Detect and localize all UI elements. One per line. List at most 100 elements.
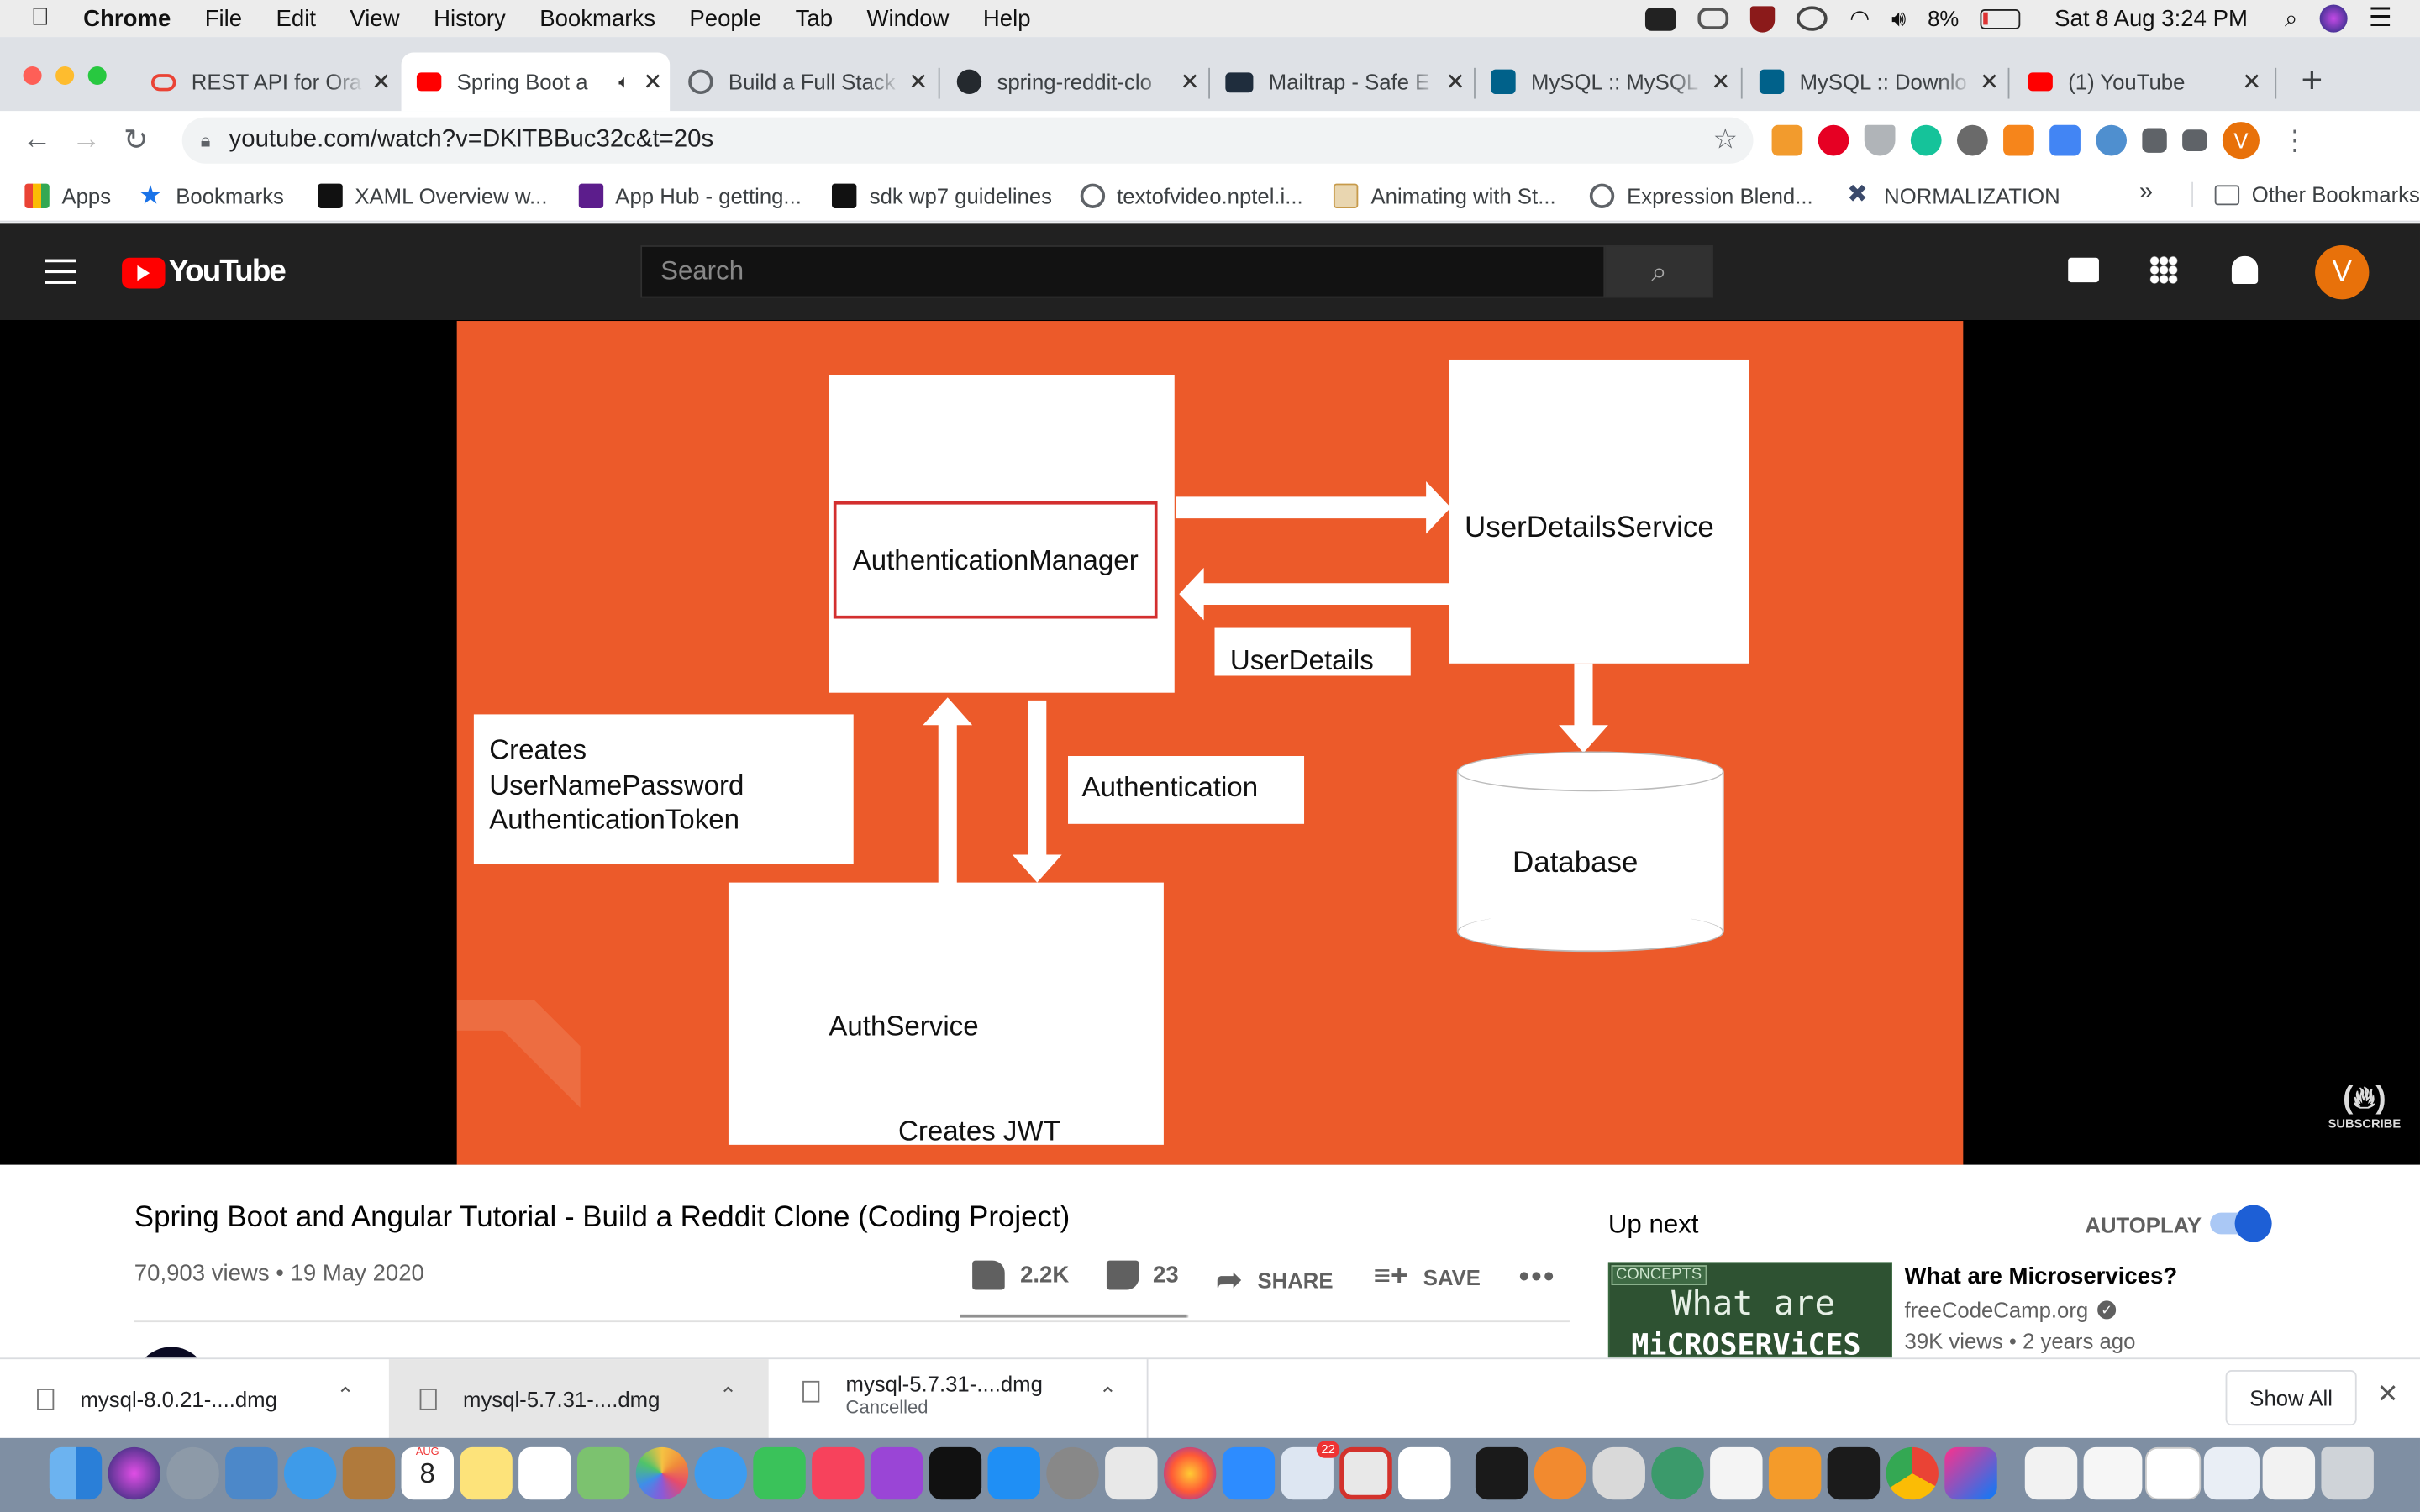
chrome-menu-icon[interactable]: ⋮ xyxy=(2281,124,2309,157)
tab-build-full-stack[interactable]: Build a Full Stack ✕ xyxy=(673,52,935,111)
volume-icon[interactable]: 🔊︎ xyxy=(1891,5,1906,31)
media-control-icon[interactable] xyxy=(2182,129,2207,151)
subscribe-watermark[interactable]: (🔥︎) SUBSCRIBE xyxy=(2328,1080,2402,1145)
maps-icon[interactable] xyxy=(576,1446,630,1500)
photos-icon[interactable] xyxy=(635,1446,689,1500)
menu-bookmarks[interactable]: Bookmarks xyxy=(539,5,655,31)
pinterest-extension-icon[interactable] xyxy=(1818,124,1849,156)
download-extension-icon[interactable] xyxy=(1864,124,1896,156)
intellij-icon[interactable] xyxy=(1944,1446,1997,1500)
trash-icon[interactable] xyxy=(2321,1446,2374,1500)
menu-tab[interactable]: Tab xyxy=(796,5,833,31)
menu-people[interactable]: People xyxy=(689,5,761,31)
up-next-title[interactable]: What are Microservices? xyxy=(1905,1263,2178,1289)
facetime-icon[interactable] xyxy=(753,1446,806,1500)
menu-history[interactable]: History xyxy=(434,5,506,31)
reload-button[interactable]: ↻ xyxy=(111,116,160,165)
autoplay-toggle[interactable] xyxy=(2210,1205,2272,1242)
reminders-icon[interactable] xyxy=(518,1446,571,1500)
menu-help[interactable]: Help xyxy=(983,5,1031,31)
bookmark-normalization[interactable]: ✖ NORMALIZATION xyxy=(1847,182,2060,207)
launchpad-icon[interactable] xyxy=(166,1446,219,1500)
youtube-search-button[interactable]: ⌕ xyxy=(1605,245,1713,298)
rss-extension-icon[interactable] xyxy=(1771,124,1803,156)
bookmark-bookmarks[interactable]: ★ Bookmarks xyxy=(139,181,284,207)
apple-icon[interactable]:  xyxy=(31,5,50,33)
close-tab-icon[interactable]: ✕ xyxy=(1704,68,1738,96)
tab-spring-boot[interactable]: Spring Boot a 🔈︎ ✕ xyxy=(401,52,671,112)
apps-grid-icon[interactable] xyxy=(2149,255,2178,284)
screenshot-icon[interactable] xyxy=(2083,1446,2143,1500)
console-icon[interactable] xyxy=(1475,1446,1528,1500)
chevron-up-icon[interactable]: ⌃ xyxy=(719,1383,738,1409)
lock-icon[interactable]: 🔒︎ xyxy=(201,129,211,152)
zoom-status-icon[interactable] xyxy=(1645,7,1677,30)
share-button[interactable]: ➦ SHARE xyxy=(1216,1261,1333,1299)
siri-icon[interactable] xyxy=(108,1446,161,1500)
circle-extension-icon[interactable] xyxy=(1956,124,1988,156)
menu-file[interactable]: File xyxy=(205,5,242,31)
video-frame-slide[interactable]: AuthenticationManager UserDetailsService… xyxy=(456,321,1964,1165)
textedit-icon[interactable] xyxy=(1710,1446,1763,1500)
profile-avatar[interactable]: V xyxy=(2222,122,2260,160)
create-video-icon[interactable] xyxy=(2068,257,2099,283)
youtube-logo[interactable]: YouTube xyxy=(122,255,287,290)
tab-mysql-1[interactable]: MySQL :: MySQL ✕ xyxy=(1476,52,1738,111)
new-tab-button[interactable]: + xyxy=(2291,61,2333,104)
close-tab-icon[interactable]: ✕ xyxy=(636,68,670,96)
menu-edit[interactable]: Edit xyxy=(276,5,316,31)
chevron-up-icon[interactable]: ⌃ xyxy=(336,1383,355,1409)
globe-extension-icon[interactable] xyxy=(2096,124,2128,156)
sketch-tool-icon[interactable] xyxy=(1534,1446,1587,1500)
document-icon[interactable] xyxy=(2024,1446,2078,1500)
bookmark-star-icon[interactable]: ☆ xyxy=(1713,123,1739,156)
terminal-icon[interactable] xyxy=(1827,1446,1881,1500)
grammarly-extension-icon[interactable] xyxy=(1910,124,1942,156)
podcasts-icon[interactable] xyxy=(870,1446,923,1500)
up-next-thumbnail[interactable]: CONCEPTS What are MiCROSERViCES xyxy=(1607,1262,1892,1358)
sourcetree-icon[interactable] xyxy=(1651,1446,1704,1500)
address-bar[interactable]: 🔒︎ youtube.com/watch?v=DKlTBBuc32c&t=20s… xyxy=(182,117,1754,164)
zoom-window-button[interactable] xyxy=(87,66,107,86)
download-item[interactable]: mysql-5.7.31-....dmg Cancelled ⌃ xyxy=(771,1359,1149,1440)
clock[interactable]: Sat 8 Aug 3:24 PM xyxy=(2054,5,2248,31)
tab-mysql-2[interactable]: MySQL :: Downlo ✕ xyxy=(1744,52,2007,111)
firefox-icon[interactable] xyxy=(1163,1446,1217,1500)
wifi-icon[interactable]: ◠ xyxy=(1849,5,1870,33)
download-item[interactable]: mysql-8.0.21-....dmg ⌃ xyxy=(0,1359,386,1440)
zoom-icon[interactable] xyxy=(1222,1446,1276,1500)
parallels-icon[interactable] xyxy=(1339,1446,1392,1500)
bookmark-expression-blend[interactable]: Expression Blend... xyxy=(1590,182,1813,208)
back-button[interactable]: ← xyxy=(13,116,62,165)
download-item[interactable]: mysql-5.7.31-....dmg ⌃ xyxy=(388,1359,769,1440)
stack-icon[interactable] xyxy=(2203,1446,2260,1500)
bookmark-animating[interactable]: Animating with St... xyxy=(1334,182,1556,208)
menu-window[interactable]: Window xyxy=(866,5,949,31)
safari-icon[interactable] xyxy=(283,1446,337,1500)
close-downloads-icon[interactable]: ✕ xyxy=(2377,1379,2399,1410)
close-tab-icon[interactable]: ✕ xyxy=(1972,68,2006,96)
notifications-bell-icon[interactable] xyxy=(2231,255,2259,284)
bookmark-apps[interactable]: Apps xyxy=(24,182,111,208)
slack-icon[interactable] xyxy=(1398,1446,1451,1500)
preview-icon[interactable] xyxy=(225,1446,278,1500)
close-window-button[interactable] xyxy=(23,66,42,86)
vpn-status-icon[interactable] xyxy=(1797,6,1828,31)
audio-playing-icon[interactable]: 🔈︎ xyxy=(618,71,629,94)
notes-book-icon[interactable] xyxy=(342,1446,396,1500)
apple-tv-icon[interactable] xyxy=(929,1446,982,1500)
puzzle-extensions-icon[interactable] xyxy=(2142,128,2167,153)
minimize-window-button[interactable] xyxy=(55,66,75,86)
close-tab-icon[interactable]: ✕ xyxy=(2235,68,2269,96)
metamask-extension-icon[interactable] xyxy=(2003,124,2034,156)
notification-center-icon[interactable]: ☰ xyxy=(2369,3,2392,34)
close-tab-icon[interactable]: ✕ xyxy=(1173,68,1207,96)
tab-mailtrap[interactable]: Mailtrap - Safe E ✕ xyxy=(1210,52,1472,111)
app-grid-icon[interactable] xyxy=(1105,1446,1158,1500)
mail-icon[interactable]: 22 xyxy=(1281,1441,1340,1500)
system-preferences-icon[interactable] xyxy=(1046,1446,1099,1500)
chevron-up-icon[interactable]: ⌃ xyxy=(1099,1383,1118,1409)
more-actions-icon[interactable]: ••• xyxy=(1518,1261,1555,1296)
show-all-downloads-button[interactable]: Show All xyxy=(2225,1370,2357,1426)
shield-status-icon[interactable] xyxy=(1750,5,1776,32)
